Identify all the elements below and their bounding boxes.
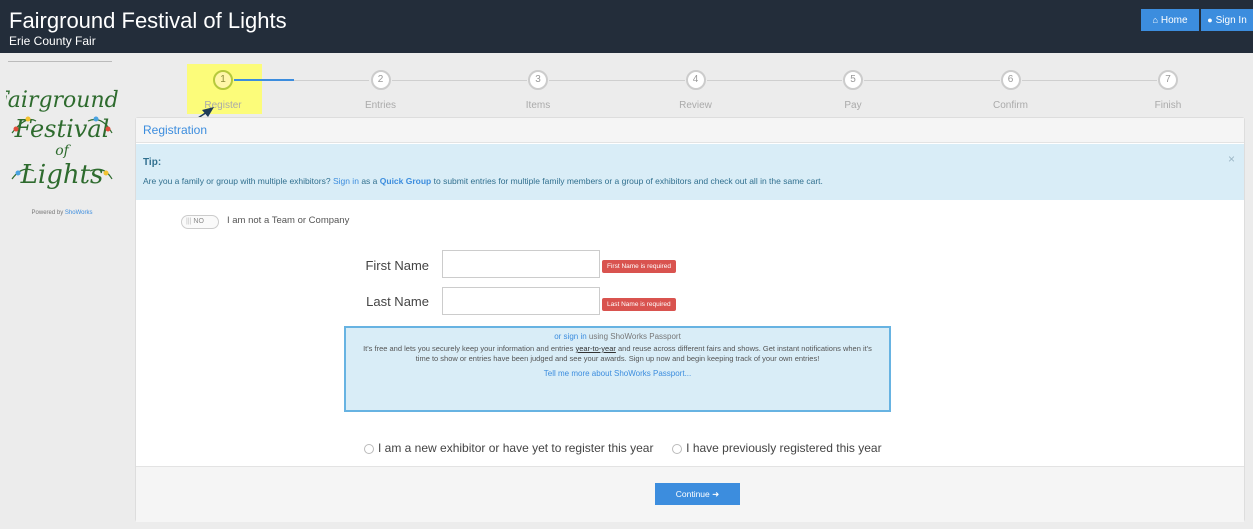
exhibitor-type-radios: I am a new exhibitor or have yet to regi… <box>364 441 882 455</box>
stepper-connector <box>549 80 685 81</box>
panel-footer: Continue ➜ <box>136 466 1244 522</box>
step-items-circle[interactable]: 3 <box>528 70 548 90</box>
continue-button[interactable]: Continue ➜ <box>655 483 740 505</box>
first-name-label: First Name <box>365 258 429 273</box>
new-exhibitor-radio[interactable] <box>364 443 374 454</box>
step-review-label: Review <box>679 100 712 111</box>
new-exhibitor-label: I am a new exhibitor or have yet to regi… <box>378 441 654 455</box>
last-name-input[interactable] <box>442 287 600 315</box>
home-label: Home <box>1160 15 1188 26</box>
user-icon: ● <box>1207 15 1213 25</box>
powered-by: Powered by ShoWorks <box>0 210 124 216</box>
top-bar: Fairground Festival of Lights Erie Count… <box>0 0 1253 53</box>
step-pay-label: Pay <box>844 100 862 111</box>
passport-signin-line: or sign in using ShoWorks Passport <box>346 332 889 341</box>
first-name-input[interactable] <box>442 250 600 278</box>
tip-text-after: to submit entries for multiple family me… <box>433 176 823 186</box>
last-name-label: Last Name <box>366 294 429 309</box>
passport-body: It's free and lets you securely keep you… <box>362 344 873 364</box>
tip-title: Tip: <box>143 157 162 168</box>
step-finish-label: Finish <box>1154 100 1182 111</box>
svg-text:Fairgrounds: Fairgrounds <box>6 88 118 113</box>
step-review-circle[interactable]: 4 <box>685 70 706 90</box>
panel-heading: Registration <box>136 118 1244 143</box>
stepper-connector <box>234 79 294 81</box>
stepper-connector <box>293 80 370 81</box>
toggle-handle-icon: ||| <box>186 218 192 225</box>
home-icon: ⌂ <box>1152 15 1158 25</box>
sign-in-button[interactable]: ● Sign In <box>1201 9 1253 31</box>
passport-body-before: It's free and lets you securely keep you… <box>363 344 574 353</box>
passport-sign-in-link[interactable]: sign in <box>564 332 587 341</box>
svg-text:of: of <box>55 143 71 159</box>
sign-in-label: Sign In <box>1215 15 1247 26</box>
step-entries-label: Entries <box>364 100 397 111</box>
page-subtitle: Erie County Fair <box>9 34 96 48</box>
powered-prefix: Powered by <box>31 210 64 216</box>
tip-box: Tip: Are you a family or group with mult… <box>136 144 1244 200</box>
stepper-connector <box>864 80 1000 81</box>
step-finish-circle[interactable]: 7 <box>1158 70 1178 90</box>
year-to-year-link[interactable]: year-to-year <box>575 344 615 353</box>
previous-exhibitor-label: I have previously registered this year <box>686 441 882 455</box>
step-confirm-label: Confirm <box>992 100 1028 111</box>
registration-panel: Registration Tip: Are you a family or gr… <box>135 117 1245 522</box>
tip-text-before: Are you a family or group with multiple … <box>143 176 331 186</box>
step-confirm-circle[interactable]: 6 <box>1000 70 1021 90</box>
passport-info-box: or sign in using ShoWorks Passport It's … <box>344 326 891 412</box>
festival-logo: Fairgrounds Festival of Lights <box>6 88 118 190</box>
step-pay-circle[interactable]: 5 <box>843 70 863 90</box>
tip-text: Are you a family or group with multiple … <box>143 176 1237 186</box>
tip-text-as: as a <box>361 176 378 186</box>
first-name-error-badge: First Name is required <box>602 260 676 273</box>
tip-sign-in-link[interactable]: Sign in <box>333 176 359 186</box>
stepper-connector <box>391 80 527 81</box>
close-icon[interactable]: × <box>1228 152 1235 166</box>
stepper-connector <box>1021 80 1157 81</box>
continue-label: Continue <box>675 488 710 499</box>
stepper-connector <box>706 80 842 81</box>
powered-brand-link[interactable]: ShoWorks <box>65 210 93 216</box>
quick-group-link[interactable]: Quick Group <box>380 176 431 186</box>
previous-exhibitor-radio[interactable] <box>672 443 683 454</box>
team-company-toggle[interactable]: ||| NO <box>181 215 219 229</box>
toggle-state: NO <box>193 218 204 225</box>
passport-using: using ShoWorks Passport <box>588 332 681 341</box>
team-company-label: I am not a Team or Company <box>227 215 350 226</box>
step-register-circle[interactable]: 1 <box>213 70 233 90</box>
svg-text:Lights: Lights <box>20 160 104 190</box>
page-title: Fairground Festival of Lights <box>9 8 287 33</box>
last-name-error-badge: Last Name is required <box>602 298 676 311</box>
passport-more-link[interactable]: Tell me more about ShoWorks Passport... <box>346 369 889 378</box>
step-items-label: Items <box>525 100 551 111</box>
arrow-right-icon: ➜ <box>712 488 720 499</box>
sidebar-divider <box>8 61 112 62</box>
step-entries-circle[interactable]: 2 <box>370 70 391 90</box>
passport-or: or <box>554 332 562 341</box>
home-button[interactable]: ⌂ Home <box>1141 9 1199 31</box>
